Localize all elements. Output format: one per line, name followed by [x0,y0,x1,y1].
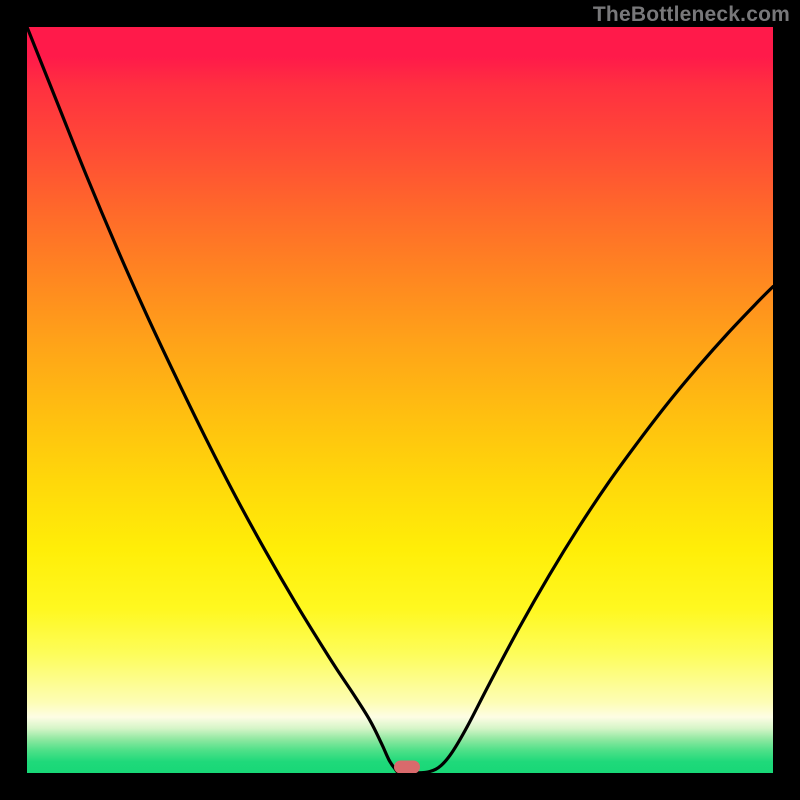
plot-area [27,27,773,773]
optimal-point-marker [394,761,420,774]
bottleneck-curve [27,27,773,773]
watermark-text: TheBottleneck.com [593,3,790,27]
chart-frame: TheBottleneck.com [0,0,800,800]
